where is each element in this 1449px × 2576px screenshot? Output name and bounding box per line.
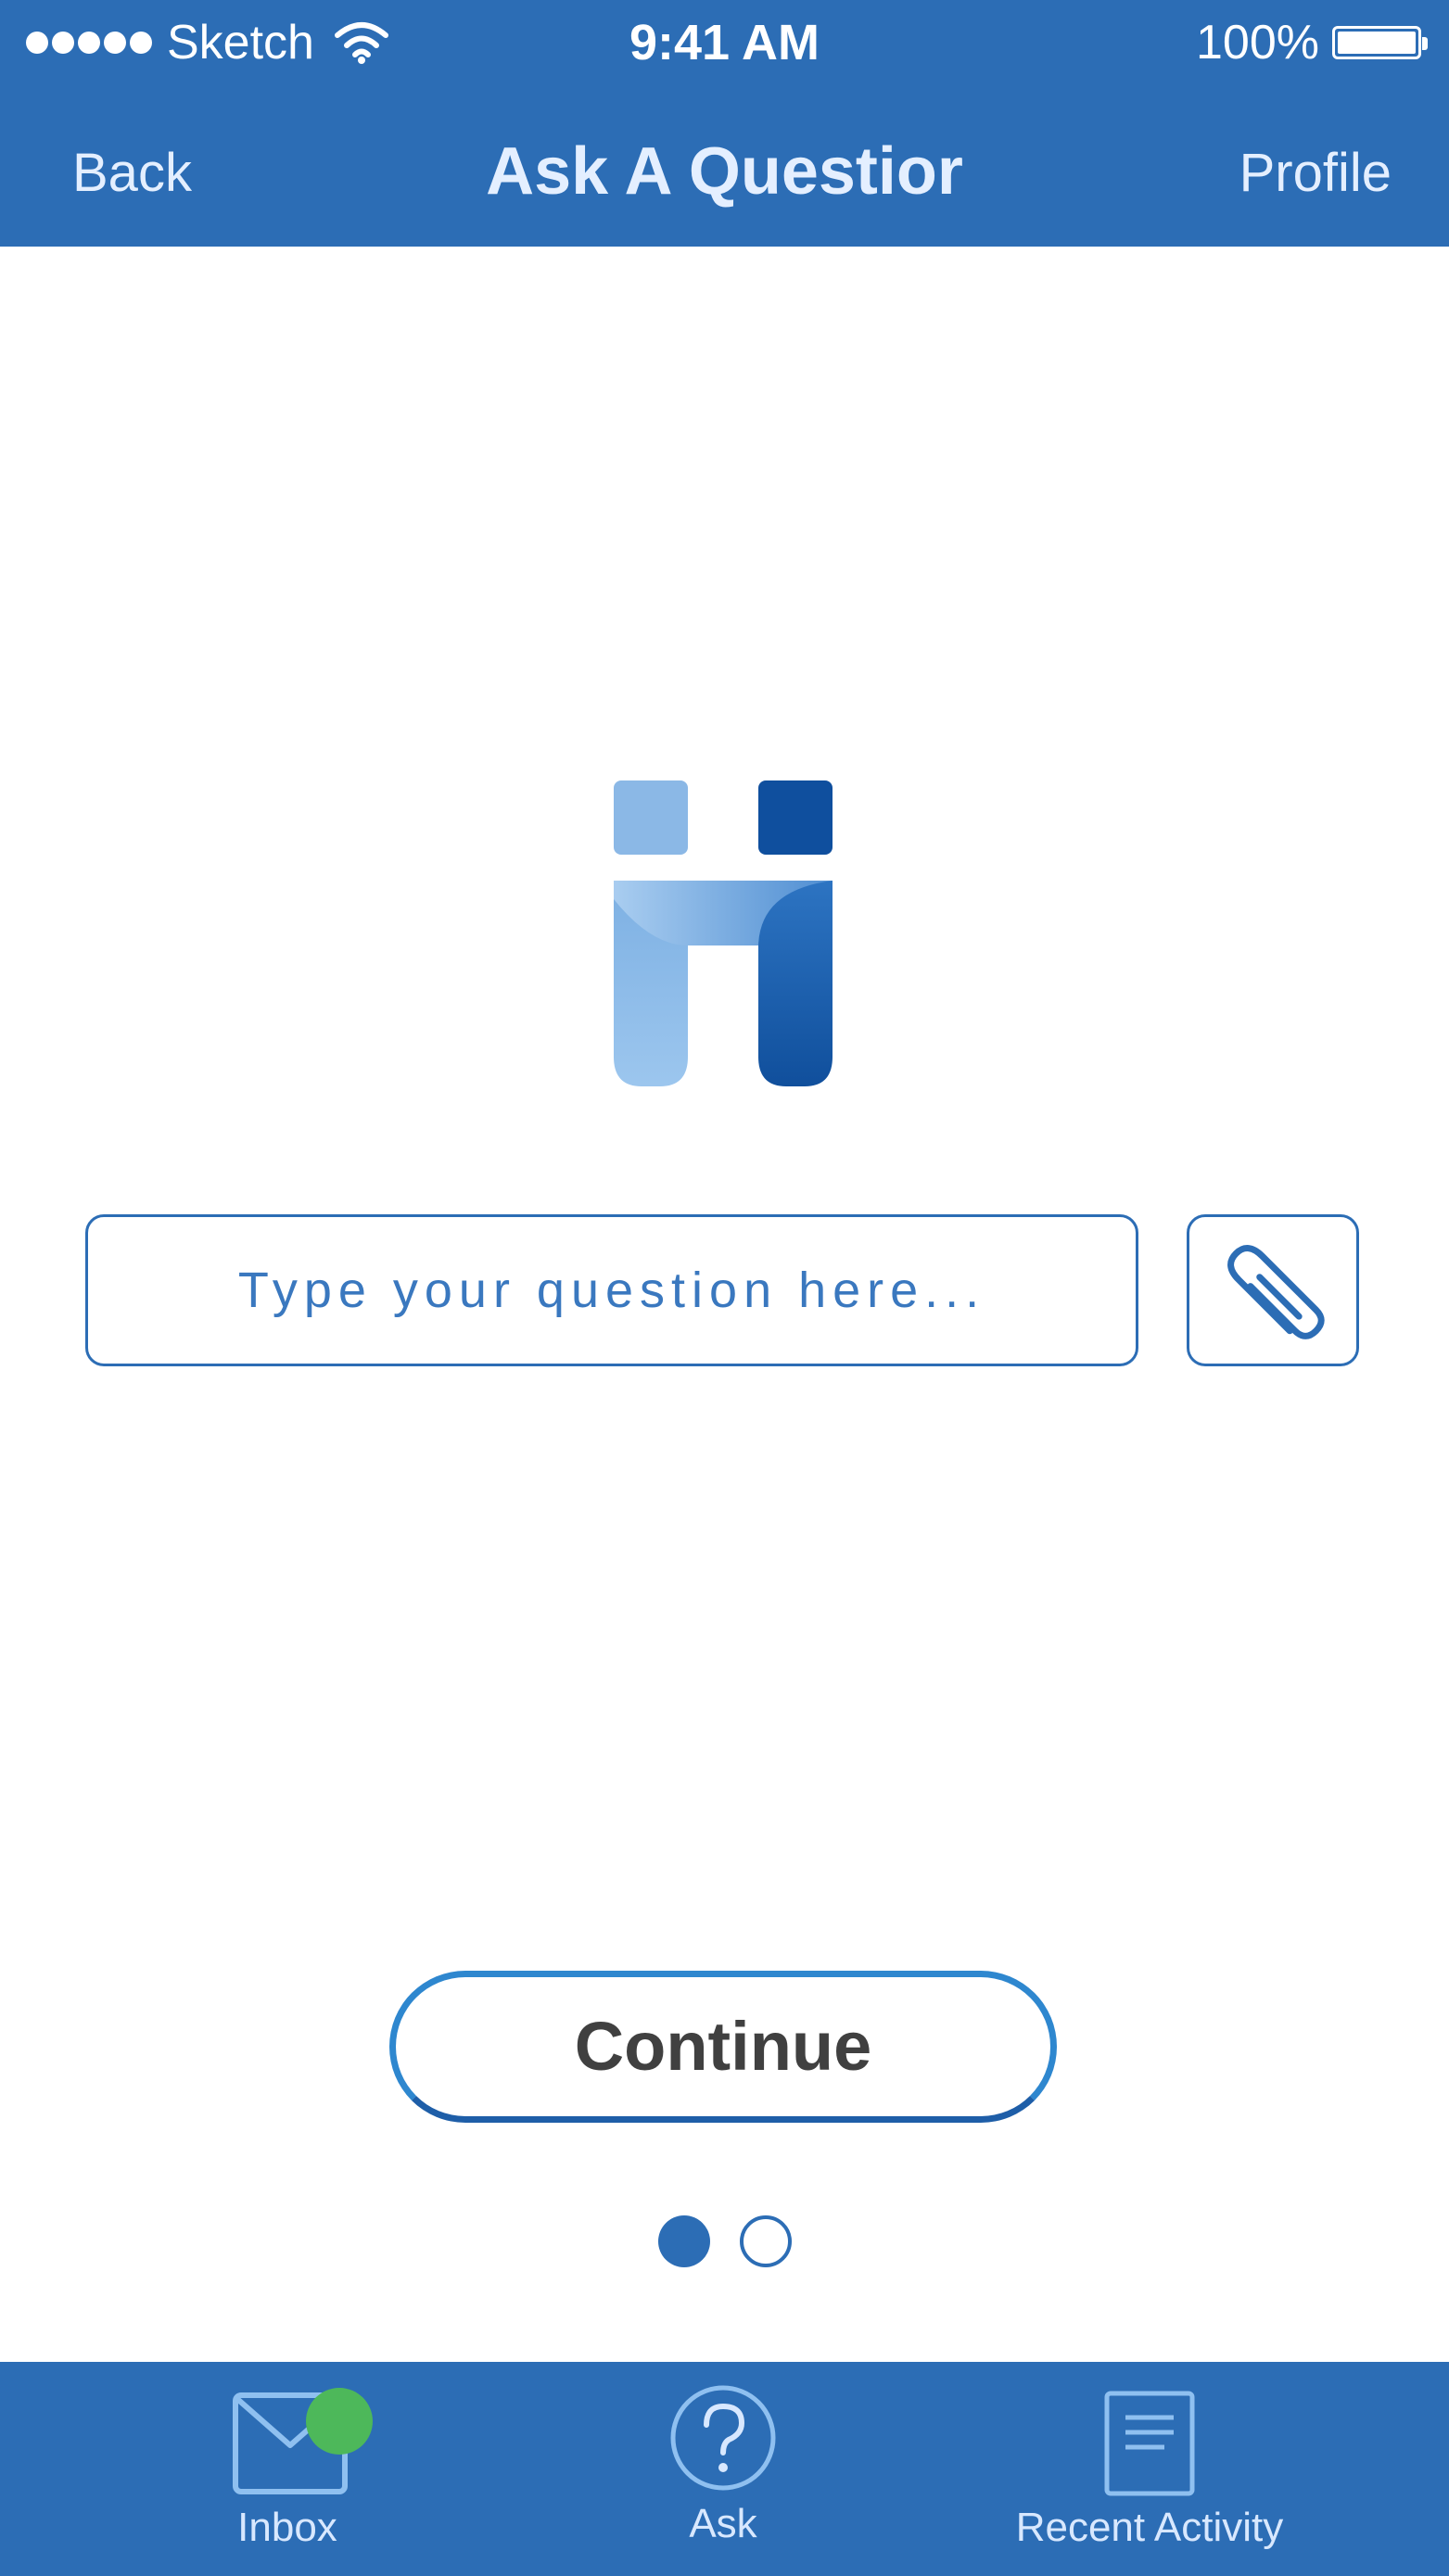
battery-icon	[1332, 26, 1428, 59]
battery-percentage: 100%	[1196, 16, 1319, 70]
question-circle-icon	[670, 2385, 776, 2491]
status-bar: Sketch 9:41 AM 100%	[0, 0, 1449, 89]
header: Sketch 9:41 AM 100% Back Ask A Questior …	[0, 0, 1449, 247]
tab-ask[interactable]: Ask	[630, 2362, 816, 2576]
document-icon	[1104, 2391, 1195, 2496]
hi-logo-icon	[614, 780, 833, 1086]
tab-label-ask: Ask	[689, 2501, 757, 2546]
page-title: Ask A Questior	[486, 134, 963, 209]
page-indicator-dot-inactive[interactable]	[740, 2215, 792, 2267]
tab-bar: Inbox Ask Recent Activity	[0, 2362, 1449, 2576]
tab-label-recent-activity: Recent Activity	[1015, 2505, 1284, 2550]
tab-label-inbox: Inbox	[237, 2505, 337, 2550]
attach-button[interactable]	[1187, 1214, 1359, 1366]
continue-button[interactable]: Continue	[389, 1971, 1057, 2123]
profile-button[interactable]: Profile	[1239, 141, 1392, 206]
page-indicator-dot-active[interactable]	[658, 2215, 710, 2267]
notification-badge	[306, 2388, 373, 2455]
tab-recent-activity[interactable]: Recent Activity	[983, 2362, 1316, 2576]
tab-inbox[interactable]: Inbox	[167, 2362, 408, 2576]
paperclip-icon	[1227, 1245, 1325, 1339]
question-input[interactable]	[85, 1214, 1138, 1366]
